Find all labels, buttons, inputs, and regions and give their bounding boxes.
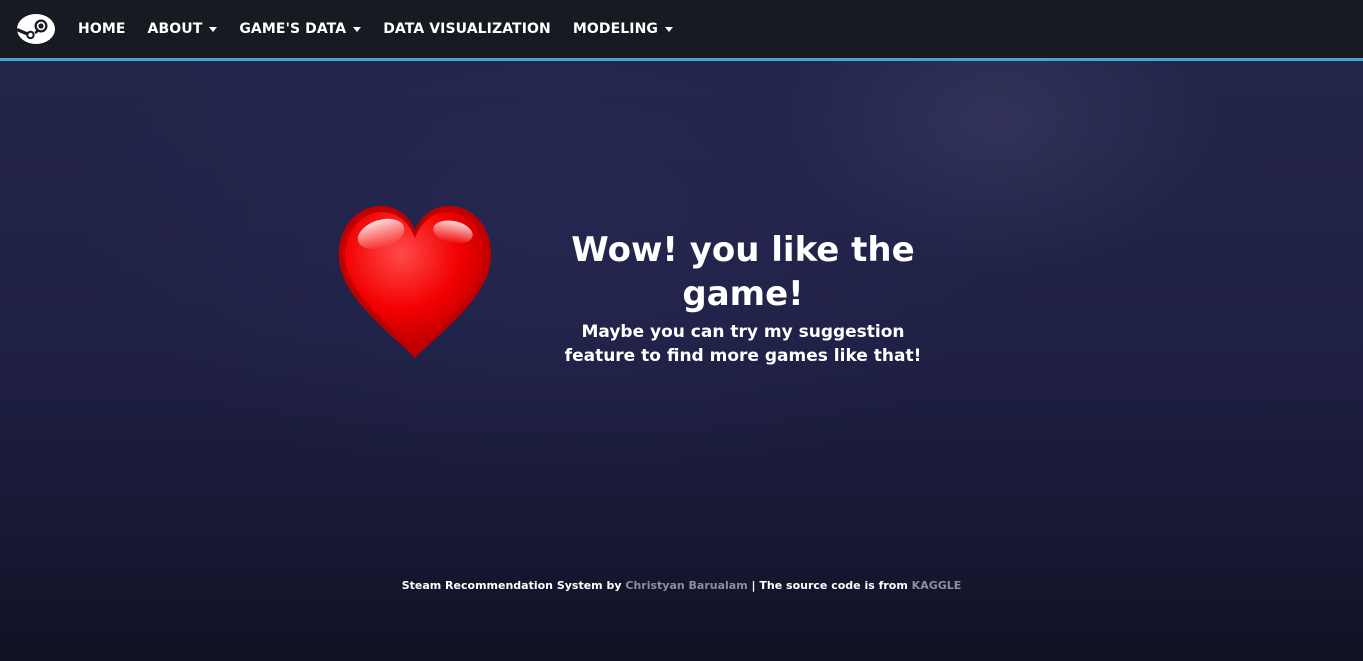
footer-prefix: Steam Recommendation System by [401, 579, 622, 592]
chevron-down-icon [209, 27, 218, 32]
nav-item-modeling[interactable]: MODELING [573, 21, 673, 37]
hero-title: Wow! you like the game! [571, 230, 915, 314]
hero-subtitle-line2: feature to find more games like that! [564, 346, 922, 366]
nav-item-games-data[interactable]: GAME'S DATA [239, 21, 362, 37]
footer: Steam Recommendation System by Christyan… [0, 579, 1363, 592]
footer-separator: | [751, 579, 756, 592]
steam-logo-icon[interactable] [16, 13, 56, 45]
nav-item-label: MODELING [572, 21, 658, 37]
author-link[interactable]: Christyan Barualam [625, 579, 747, 592]
nav-item-label: ABOUT [147, 21, 203, 37]
chevron-down-icon [665, 27, 673, 32]
nav-item-label: GAME'S DATA [239, 21, 347, 37]
heart-icon [333, 200, 498, 365]
nav-item-label: HOME [78, 21, 126, 37]
nav-item-home[interactable]: HOME [78, 21, 126, 37]
nav-item-label: DATA VISUALIZATION [383, 21, 551, 37]
kaggle-link[interactable]: KAGGLE [912, 579, 962, 592]
hero-text: Wow! you like the game! Maybe you can tr… [520, 228, 966, 368]
navbar: HOME ABOUT GAME'S DATA DATA VISUALIZATIO… [0, 0, 1363, 58]
nav-item-data-visualization[interactable]: DATA VISUALIZATION [383, 21, 551, 37]
nav-item-about[interactable]: ABOUT [148, 21, 218, 37]
chevron-down-icon [353, 27, 362, 32]
nav-menu: HOME ABOUT GAME'S DATA DATA VISUALIZATIO… [78, 21, 695, 37]
hero-subtitle-line1: Maybe you can try my suggestion [581, 322, 905, 342]
footer-middle: The source code is from [759, 579, 908, 592]
